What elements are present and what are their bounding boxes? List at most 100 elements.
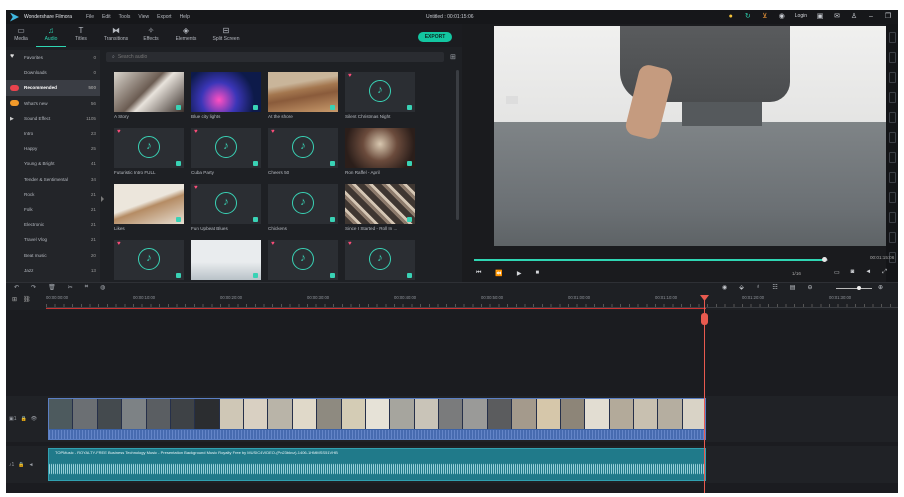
audio-card[interactable]: ♥ ♪ Silent Christmas Night [345,72,415,119]
zoom-in-icon[interactable]: ⊕ [878,284,883,291]
playhead[interactable] [704,296,705,493]
sidebar-item-tender-sentimental[interactable]: Tender & Sentimental 34 [6,172,100,187]
account-icon[interactable]: ◉ [778,12,786,20]
expand-arrow-icon[interactable]: ▶ [10,116,19,122]
menu-export[interactable]: Export [157,14,171,20]
bulb-icon[interactable]: ● [727,12,735,20]
login-button[interactable]: Login [795,13,807,19]
audio-card[interactable]: ♥ ♪ Fun Upbeat Blues [191,184,261,231]
tab-media[interactable]: ▭ Media [6,24,36,47]
message-icon[interactable]: ✉ [833,12,841,20]
audio-card[interactable]: ♪ Chickens [268,184,338,231]
download-icon[interactable] [253,273,258,278]
audio-card[interactable]: ♥ ♪ [345,240,415,282]
undo-icon[interactable]: ↶ [14,284,19,291]
zoom-slider-handle[interactable] [857,286,861,290]
menu-file[interactable]: File [86,14,94,20]
sidebar-item-whats-new[interactable]: What's new 56 [6,96,100,111]
tab-audio[interactable]: ♫ Audio [36,24,66,47]
play-icon[interactable]: ▶ [517,270,522,277]
render-icon[interactable]: ◉ [722,284,727,291]
save-icon[interactable]: ▣ [816,12,824,20]
audio-card[interactable]: ♥ ♪ Futuristic Intro FULL [114,128,184,175]
tab-effects[interactable]: ✧ Effects [136,24,166,47]
menu-help[interactable]: Help [180,14,190,20]
cart-icon[interactable]: ⊻ [761,12,769,20]
snapshot-icon[interactable]: ◙ [851,269,855,276]
download-icon[interactable] [407,273,412,278]
audio-card[interactable]: ♥ ♪ Cheers 50 [268,128,338,175]
download-icon[interactable] [330,105,335,110]
minimize-icon[interactable]: – [867,12,875,20]
previous-frame-icon[interactable]: ⏮ [476,270,481,277]
seek-handle[interactable] [822,257,828,262]
fullscreen-icon[interactable]: ⤢ [882,269,887,276]
monitor-icon[interactable]: ▭ [834,269,840,276]
sidebar-item-happy[interactable]: Happy 25 [6,141,100,156]
sidebar-item-jazz[interactable]: Jazz 13 [6,263,100,278]
delete-icon[interactable]: 🗑 [48,284,56,291]
audio-card[interactable]: A Story [114,72,184,119]
export-button[interactable]: EXPORT [418,32,452,42]
sidebar-item-recommended[interactable]: Recommended 500 [6,80,100,96]
link-icon[interactable]: ⛓ [23,296,31,303]
download-icon[interactable] [407,161,412,166]
eye-icon[interactable]: 👁 [31,416,37,422]
step-back-icon[interactable]: ⏪ [495,270,502,277]
marker-icon[interactable]: ⬙ [739,284,744,291]
favorite-heart-icon[interactable]: ♥ [194,129,198,135]
favorite-heart-icon[interactable]: ♥ [348,241,352,247]
crop-icon[interactable]: ⌗ [85,284,88,291]
timeline-ruler[interactable]: 00:00:00:00 00:00:10:00 00:00:20:00 00:0… [46,294,898,308]
download-icon[interactable] [330,217,335,222]
sidebar-item-favorites[interactable]: ♥ Favorites 0 [6,50,100,65]
cut-icon[interactable]: ✂ [68,284,73,291]
video-clip[interactable] [48,398,706,440]
download-icon[interactable] [330,161,335,166]
sidebar-item-intro[interactable]: Intro 23 [6,126,100,141]
zoom-slider[interactable] [836,288,872,289]
grid-view-icon[interactable]: ⊞ [450,53,456,61]
audio-card[interactable]: Blue city lights [191,72,261,119]
tab-split-screen[interactable]: ⊟ Split Screen [206,24,246,47]
sidebar-item-young-bright[interactable]: Young & Bright 41 [6,156,100,171]
audio-card[interactable]: ♥ ♪ [268,240,338,282]
favorite-heart-icon[interactable]: ♥ [117,241,121,247]
sidebar-item-folk[interactable]: Folk 21 [6,202,100,217]
sidebar-item-electronic[interactable]: Electronic 21 [6,217,100,232]
audio-card[interactable]: ♥ ♪ [114,240,184,282]
audio-card[interactable]: At the shore [268,72,338,119]
speaker-icon[interactable]: ◄ [29,462,34,468]
refresh-icon[interactable]: ↻ [744,12,752,20]
preview-seek-bar[interactable] [474,257,828,262]
download-icon[interactable] [253,161,258,166]
color-icon[interactable]: ◍ [100,284,105,291]
user-icon[interactable]: ♙ [850,12,858,20]
download-icon[interactable] [407,105,412,110]
favorite-heart-icon[interactable]: ♥ [271,241,275,247]
download-icon[interactable] [176,273,181,278]
sidebar-item-travel-vlog[interactable]: Travel Vlog 21 [6,232,100,247]
menu-tools[interactable]: Tools [119,14,131,20]
sidebar-item-beat-music[interactable]: Beat music 20 [6,247,100,262]
audio-clip[interactable]: TOPMusic - ROYALTY-FREE Business Technol… [48,448,706,481]
favorite-heart-icon[interactable]: ♥ [348,73,352,79]
favorite-heart-icon[interactable]: ♥ [117,129,121,135]
add-track-icon[interactable]: ⊞ [12,296,17,303]
mic-icon[interactable]: ♁ [756,284,761,291]
zoom-out-icon[interactable]: ⊖ [807,284,812,291]
tab-elements[interactable]: ◈ Elements [166,24,206,47]
download-icon[interactable] [176,217,181,222]
playhead-handle[interactable] [701,313,708,325]
download-icon[interactable] [407,217,412,222]
favorite-heart-icon[interactable]: ♥ [194,185,198,191]
tab-titles[interactable]: T Titles [66,24,96,47]
menu-view[interactable]: View [138,14,149,20]
lock-icon[interactable]: 🔒 [21,416,27,422]
download-icon[interactable] [176,105,181,110]
audio-card[interactable]: ♥ ♪ Cuba Party [191,128,261,175]
sidebar-item-sound-effect[interactable]: ▶ Sound Effect 1105 [6,111,100,126]
library-scrollbar[interactable] [456,70,459,220]
sidebar-item-downloads[interactable]: Downloads 0 [6,65,100,80]
redo-icon[interactable]: ↷ [31,284,36,291]
